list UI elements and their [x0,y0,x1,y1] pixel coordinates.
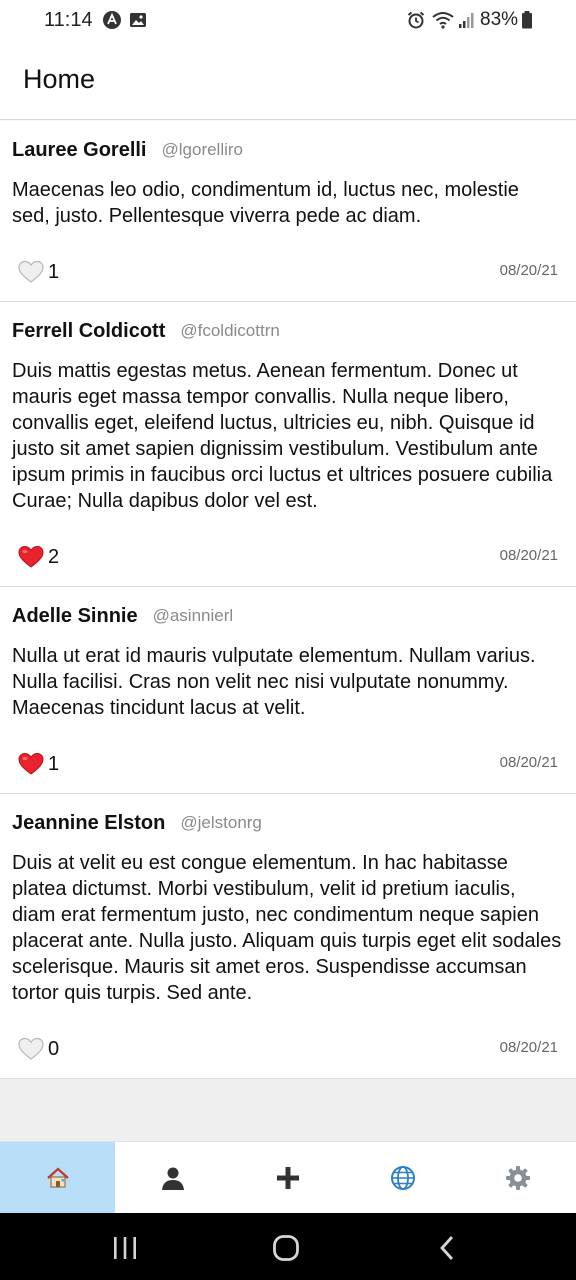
image-notification-icon [130,13,146,27]
like-count: 2 [48,545,60,568]
post-footer: 1 08/20/21 [12,721,564,793]
page-title: Home [23,64,96,94]
add-icon [277,1166,299,1189]
status-time: 11:14 [44,9,93,31]
like-count: 0 [48,1037,60,1060]
author-handle[interactable]: @jelstonrg [180,813,262,833]
post-card[interactable]: Ferrell Coldicott @fcoldicottrn Duis mat… [0,302,576,587]
settings-icon [506,1165,531,1190]
globe-icon [391,1165,416,1190]
alarm-icon [407,11,425,29]
author-name[interactable]: Adelle Sinnie [12,605,138,628]
tab-explore[interactable] [346,1142,461,1213]
tab-add[interactable] [230,1142,345,1213]
post-header: Ferrell Coldicott @fcoldicottrn [12,302,564,358]
like-button[interactable]: 1 [18,260,59,284]
battery-icon [522,11,532,29]
post-card[interactable]: Jeannine Elston @jelstonrg Duis at velit… [0,794,576,1079]
home-nav-icon[interactable] [271,1233,301,1263]
post-date: 08/20/21 [499,754,558,771]
post-date: 08/20/21 [499,1039,558,1056]
status-bar: 11:14 83% [0,0,576,42]
post-footer: 1 08/20/21 [12,229,564,301]
like-button[interactable]: 1 [18,752,59,776]
like-count: 1 [48,752,60,775]
tab-profile[interactable] [115,1142,230,1213]
author-name[interactable]: Ferrell Coldicott [12,320,165,343]
bottom-tab-bar [0,1141,576,1213]
post-body: Nulla ut erat id mauris vulputate elemen… [12,645,536,719]
battery-percent: 83% [480,9,519,30]
post-body: Maecenas leo odio, condimentum id, luctu… [12,179,519,227]
like-count: 1 [48,260,60,283]
home-icon [46,1167,69,1187]
post-header: Lauree Gorelli @lgorelliro [12,121,564,177]
heart-filled-icon [18,545,44,568]
post-feed[interactable]: Lauree Gorelli @lgorelliro Maecenas leo … [0,121,576,1141]
post-card[interactable]: Adelle Sinnie @asinnierl Nulla ut erat i… [0,587,576,794]
heart-outline-icon [18,260,44,283]
post-date: 08/20/21 [499,262,558,279]
post-header: Adelle Sinnie @asinnierl [12,587,564,643]
like-button[interactable]: 2 [18,545,59,569]
app-notification-icon [103,11,121,29]
post-card[interactable]: Lauree Gorelli @lgorelliro Maecenas leo … [0,121,576,302]
heart-outline-icon [18,1037,44,1060]
app-header: Home [0,42,576,120]
heart-filled-icon [18,752,44,775]
wifi-icon [432,12,454,29]
author-name[interactable]: Jeannine Elston [12,812,165,835]
post-header: Jeannine Elston @jelstonrg [12,794,564,850]
recent-apps-icon[interactable] [110,1233,140,1263]
profile-icon [161,1167,184,1190]
post-date: 08/20/21 [499,547,558,564]
signal-icon [459,13,474,28]
post-body: Duis at velit eu est congue elementum. I… [12,852,562,1004]
post-footer: 2 08/20/21 [12,514,564,586]
tab-settings[interactable] [461,1142,576,1213]
author-handle[interactable]: @fcoldicottrn [180,321,279,341]
system-navigation-bar [0,1213,576,1280]
tab-home[interactable] [0,1142,116,1213]
post-footer: 0 08/20/21 [12,1006,564,1078]
post-body: Duis mattis egestas metus. Aenean fermen… [12,360,553,512]
author-handle[interactable]: @asinnierl [153,606,234,626]
back-icon[interactable] [433,1233,463,1263]
author-handle[interactable]: @lgorelliro [162,140,244,160]
author-name[interactable]: Lauree Gorelli [12,139,147,162]
like-button[interactable]: 0 [18,1037,59,1061]
